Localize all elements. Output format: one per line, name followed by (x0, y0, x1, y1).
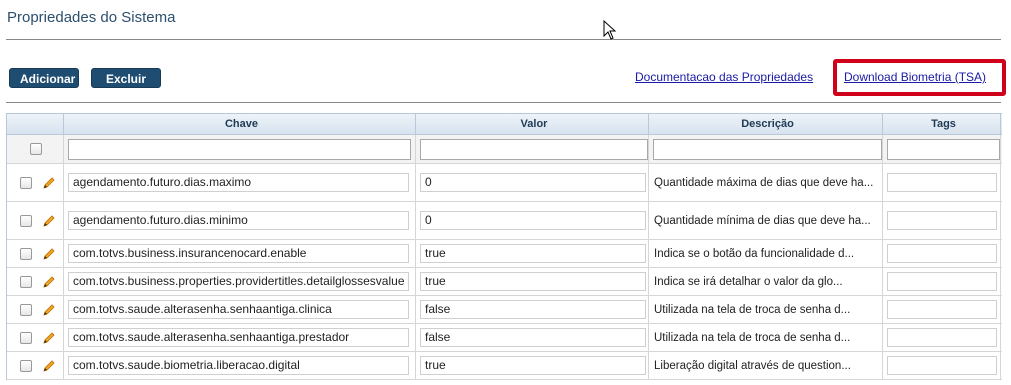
tags-filter-input[interactable] (887, 138, 1000, 160)
value-field[interactable]: true (420, 244, 646, 263)
row-checkbox[interactable] (20, 275, 32, 288)
key-field[interactable]: com.totvs.business.insurancenocard.enabl… (68, 244, 409, 263)
table-row[interactable]: agendamento.futuro.dias.minimo 0 Quantidad… (7, 202, 1002, 240)
row-checkbox[interactable] (20, 176, 32, 189)
edit-pencil-icon[interactable] (42, 214, 56, 228)
header-description[interactable]: Descrição (649, 114, 883, 134)
tags-field[interactable] (887, 356, 997, 375)
value-field[interactable]: 0 (420, 211, 646, 230)
add-button[interactable]: Adicionar (9, 68, 79, 88)
key-field[interactable]: com.totvs.saude.biometria.liberacao.digi… (68, 356, 409, 375)
value-field[interactable]: true (420, 272, 646, 291)
edit-pencil-icon[interactable] (42, 176, 56, 190)
page-title: Propriedades do Sistema (7, 9, 176, 26)
header-select (7, 114, 64, 134)
table-row[interactable]: agendamento.futuro.dias.maximo 0 Quantidad… (7, 164, 1002, 202)
header-key[interactable]: Chave (64, 114, 416, 134)
key-field[interactable]: com.totvs.saude.alterasenha.senhaantiga.… (68, 328, 409, 347)
value-field[interactable]: false (420, 300, 646, 319)
row-checkbox[interactable] (20, 303, 32, 316)
row-checkbox[interactable] (20, 247, 32, 260)
table-body: agendamento.futuro.dias.maximo 0 Quantidad… (7, 164, 1002, 380)
header-value[interactable]: Valor (416, 114, 649, 134)
key-field[interactable]: agendamento.futuro.dias.minimo (68, 211, 409, 230)
description-filter-input[interactable] (653, 138, 882, 160)
properties-table: Chave Valor Descrição Tags agendamento.f… (6, 113, 1002, 380)
select-all-checkbox[interactable] (30, 143, 42, 155)
key-field[interactable]: com.totvs.business.properties.providerti… (68, 272, 409, 291)
toolbar-divider (6, 102, 1001, 103)
title-divider (6, 39, 1001, 40)
tags-field[interactable] (887, 211, 997, 230)
key-filter-input[interactable] (68, 138, 411, 160)
edit-pencil-icon[interactable] (42, 275, 56, 289)
download-biometria-link[interactable]: Download Biometria (TSA) (844, 70, 986, 84)
description-text: Quantidade máxima de dias que deve ha... (654, 176, 874, 189)
value-field[interactable]: true (420, 356, 646, 375)
tags-field[interactable] (887, 244, 997, 263)
edit-pencil-icon[interactable] (42, 331, 56, 345)
row-checkbox[interactable] (20, 331, 32, 344)
table-header: Chave Valor Descrição Tags (7, 113, 1002, 135)
table-row[interactable]: com.totvs.saude.alterasenha.senhaantiga.… (7, 296, 1002, 324)
description-text: Indica se o botão da funcionalidade d... (654, 247, 855, 260)
key-field[interactable]: com.totvs.saude.alterasenha.senhaantiga.… (68, 300, 409, 319)
tags-field[interactable] (887, 173, 997, 192)
tags-field[interactable] (887, 272, 997, 291)
table-row[interactable]: com.totvs.saude.alterasenha.senhaantiga.… (7, 324, 1002, 352)
tags-field[interactable] (887, 328, 997, 347)
description-text: Utilizada na tela de troca de senha d... (654, 331, 851, 344)
header-tags[interactable]: Tags (883, 114, 1001, 134)
table-row[interactable]: com.totvs.business.insurancenocard.enabl… (7, 240, 1002, 268)
table-row[interactable]: com.totvs.business.properties.providerti… (7, 268, 1002, 296)
table-row[interactable]: com.totvs.saude.biometria.liberacao.digi… (7, 352, 1002, 380)
value-filter-input[interactable] (420, 138, 648, 160)
description-text: Liberação digital através de question... (654, 359, 851, 372)
documentation-link[interactable]: Documentacao das Propriedades (635, 70, 813, 84)
edit-pencil-icon[interactable] (42, 359, 56, 373)
description-text: Quantidade mínima de dias que deve ha... (654, 214, 871, 227)
value-field[interactable]: 0 (420, 173, 646, 192)
row-checkbox[interactable] (20, 214, 32, 227)
value-field[interactable]: false (420, 328, 646, 347)
row-checkbox[interactable] (20, 359, 32, 372)
edit-pencil-icon[interactable] (42, 303, 56, 317)
edit-pencil-icon[interactable] (42, 247, 56, 261)
filter-row (7, 135, 1002, 164)
description-text: Utilizada na tela de troca de senha d... (654, 303, 851, 316)
key-field[interactable]: agendamento.futuro.dias.maximo (68, 173, 409, 192)
description-text: Indica se irá detalhar o valor da glo... (654, 275, 843, 288)
delete-button[interactable]: Excluir (91, 68, 161, 88)
tags-field[interactable] (887, 300, 997, 319)
mouse-cursor-icon (603, 20, 617, 40)
